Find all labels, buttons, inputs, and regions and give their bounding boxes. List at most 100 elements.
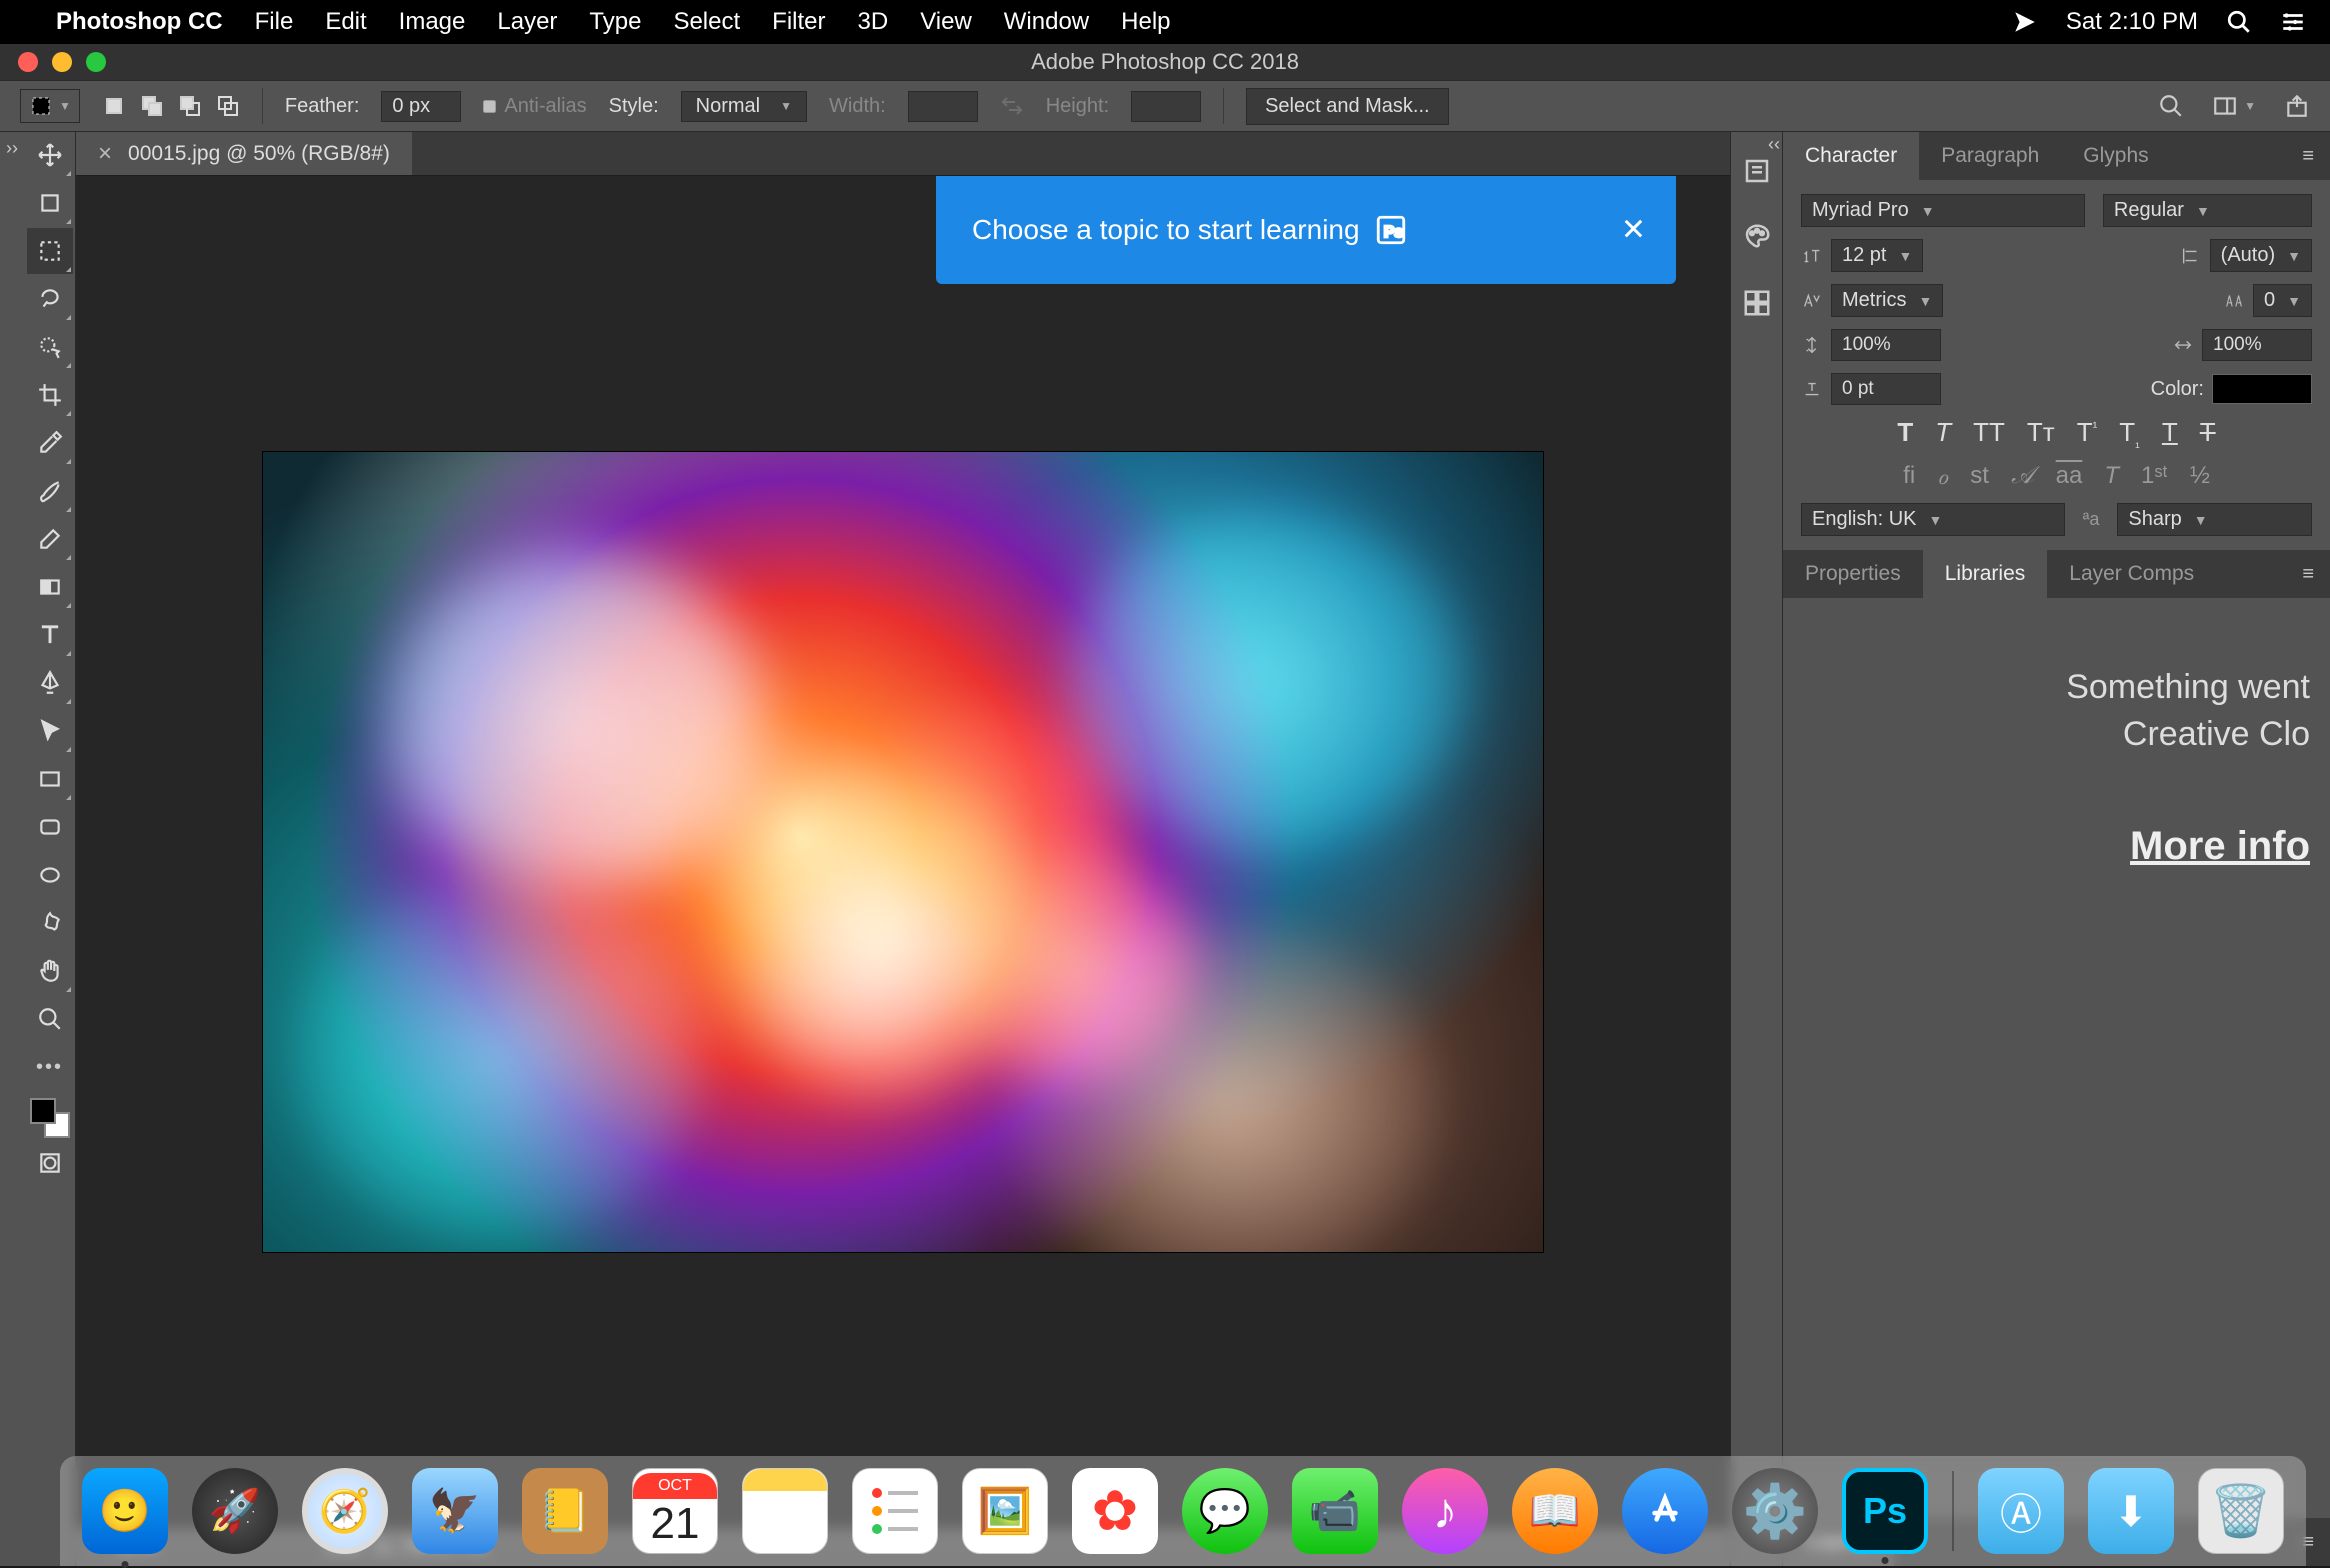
underline-button[interactable]: T [2162,417,2178,450]
quick-mask-toggle[interactable] [27,1140,73,1186]
pen-tool[interactable] [27,660,73,706]
menu-help[interactable]: Help [1121,8,1170,36]
expand-panels-right[interactable]: ‹‹ [1766,132,1782,157]
rectangle-tool[interactable] [27,756,73,802]
style-dropdown[interactable]: Normal▼ [681,91,807,122]
tab-glyphs[interactable]: Glyphs [2061,132,2170,180]
dock-mail[interactable]: 🦅 [412,1468,498,1554]
tab-character[interactable]: Character [1783,132,1919,180]
canvas-area[interactable]: Choose a topic to start learning Ps ✕ [76,176,1730,1528]
dock-photoshop[interactable]: Ps [1842,1468,1928,1554]
menu-type[interactable]: Type [589,8,641,36]
ordinals-button[interactable]: 1ˢᵗ [2141,462,2168,491]
artboard-tool[interactable] [27,180,73,226]
dock-safari[interactable]: 🧭 [302,1468,388,1554]
anti-alias-dropdown[interactable]: Sharp▼ [2117,503,2312,536]
faux-bold-button[interactable]: T [1897,417,1913,450]
hand-tool[interactable] [27,948,73,994]
subtract-from-selection-icon[interactable] [178,94,202,118]
add-to-selection-icon[interactable] [140,94,164,118]
color-panel-icon[interactable] [1742,222,1772,252]
custom-shape-tool[interactable] [27,900,73,946]
swash-button[interactable]: 𝒜 [2011,462,2034,491]
eraser-tool[interactable] [27,516,73,562]
move-tool[interactable] [27,132,73,178]
menu-image[interactable]: Image [399,8,466,36]
dock-notes[interactable] [742,1468,828,1554]
share-icon[interactable] [2284,93,2310,119]
menubar-clock[interactable]: Sat 2:10 PM [2066,8,2198,36]
contextual-alt-button[interactable]: ℴ [1937,462,1948,491]
brush-tool[interactable] [27,468,73,514]
menu-filter[interactable]: Filter [772,8,825,36]
menu-layer[interactable]: Layer [497,8,557,36]
dock-applications-folder[interactable]: Ⓐ [1978,1468,2064,1554]
dock-contacts[interactable]: 📒 [522,1468,608,1554]
ellipse-tool[interactable] [27,852,73,898]
quick-selection-tool[interactable] [27,324,73,370]
menu-view[interactable]: View [920,8,972,36]
horizontal-scale-input[interactable] [2202,329,2312,361]
strikethrough-button[interactable]: T [2200,417,2216,450]
rectangular-marquee-tool[interactable] [27,228,73,274]
dock-ibooks[interactable]: 📖 [1512,1468,1598,1554]
app-name[interactable]: Photoshop CC [56,8,223,36]
stylistic-alt-button[interactable]: aa [2056,462,2083,491]
fractions-button[interactable]: ½ [2190,462,2210,491]
zoom-tool[interactable] [27,996,73,1042]
dock-appstore[interactable] [1622,1468,1708,1554]
dock-reminders[interactable] [852,1468,938,1554]
document-tab[interactable]: × 00015.jpg @ 50% (RGB/8#) [76,132,412,175]
search-icon[interactable] [2158,93,2184,119]
faux-italic-button[interactable]: T [1935,417,1951,450]
leading-dropdown[interactable]: (Auto)▼ [2210,239,2312,272]
learn-tooltip-close-icon[interactable]: ✕ [1621,213,1646,248]
swatches-panel-icon[interactable] [1742,288,1772,318]
color-swatches[interactable] [30,1098,70,1138]
crop-tool[interactable] [27,372,73,418]
learn-panel-icon[interactable] [1742,156,1772,186]
select-and-mask-button[interactable]: Select and Mask... [1246,88,1449,125]
character-panel-menu-icon[interactable]: ≡ [2286,145,2330,168]
edit-toolbar[interactable]: ••• [27,1044,73,1090]
font-style-dropdown[interactable]: Regular▼ [2103,194,2312,227]
language-dropdown[interactable]: English: UK▼ [1801,503,2065,536]
lasso-tool[interactable] [27,276,73,322]
dock-photos[interactable]: ✿ [1072,1468,1158,1554]
tracking-dropdown[interactable]: 0▼ [2253,284,2312,317]
dock-downloads-folder[interactable]: ⬇ [2088,1468,2174,1554]
vertical-scale-input[interactable] [1831,329,1941,361]
notification-icon[interactable] [2012,9,2038,35]
menu-file[interactable]: File [255,8,294,36]
dock-calendar[interactable]: OCT21 [632,1468,718,1554]
menu-3d[interactable]: 3D [858,8,889,36]
font-size-dropdown[interactable]: 12 pt▼ [1831,239,1923,272]
spotlight-icon[interactable] [2226,9,2252,35]
foreground-color-swatch[interactable] [30,1098,56,1124]
libraries-panel-menu-icon[interactable]: ≡ [2286,563,2330,586]
subscript-button[interactable]: T₁ [2119,417,2140,450]
tab-layer-comps[interactable]: Layer Comps [2047,550,2216,598]
rounded-rectangle-tool[interactable] [27,804,73,850]
tool-preset-picker[interactable]: ▼ [20,89,80,123]
superscript-button[interactable]: T¹ [2077,417,2098,450]
new-selection-icon[interactable] [102,94,126,118]
font-family-dropdown[interactable]: Myriad Pro▼ [1801,194,2085,227]
dock-finder[interactable]: 🙂 [82,1468,168,1554]
ligatures-button[interactable]: fi [1903,462,1915,491]
menu-edit[interactable]: Edit [325,8,366,36]
discretionary-lig-button[interactable]: st [1970,462,1989,491]
menu-window[interactable]: Window [1004,8,1089,36]
workspace-switcher[interactable]: ▼ [2212,93,2256,119]
document-canvas[interactable] [263,452,1543,1252]
dock-facetime[interactable]: 📹 [1292,1468,1378,1554]
libraries-more-info-link[interactable]: More info [2130,824,2310,869]
type-tool[interactable] [27,612,73,658]
baseline-shift-input[interactable] [1831,373,1941,405]
small-caps-button[interactable]: Tᴛ [2027,417,2055,450]
dock-itunes[interactable]: ♪ [1402,1468,1488,1554]
tab-libraries[interactable]: Libraries [1923,550,2048,598]
text-color-swatch[interactable] [2212,374,2312,404]
close-tab-icon[interactable]: × [98,140,112,168]
dock-launchpad[interactable]: 🚀 [192,1468,278,1554]
